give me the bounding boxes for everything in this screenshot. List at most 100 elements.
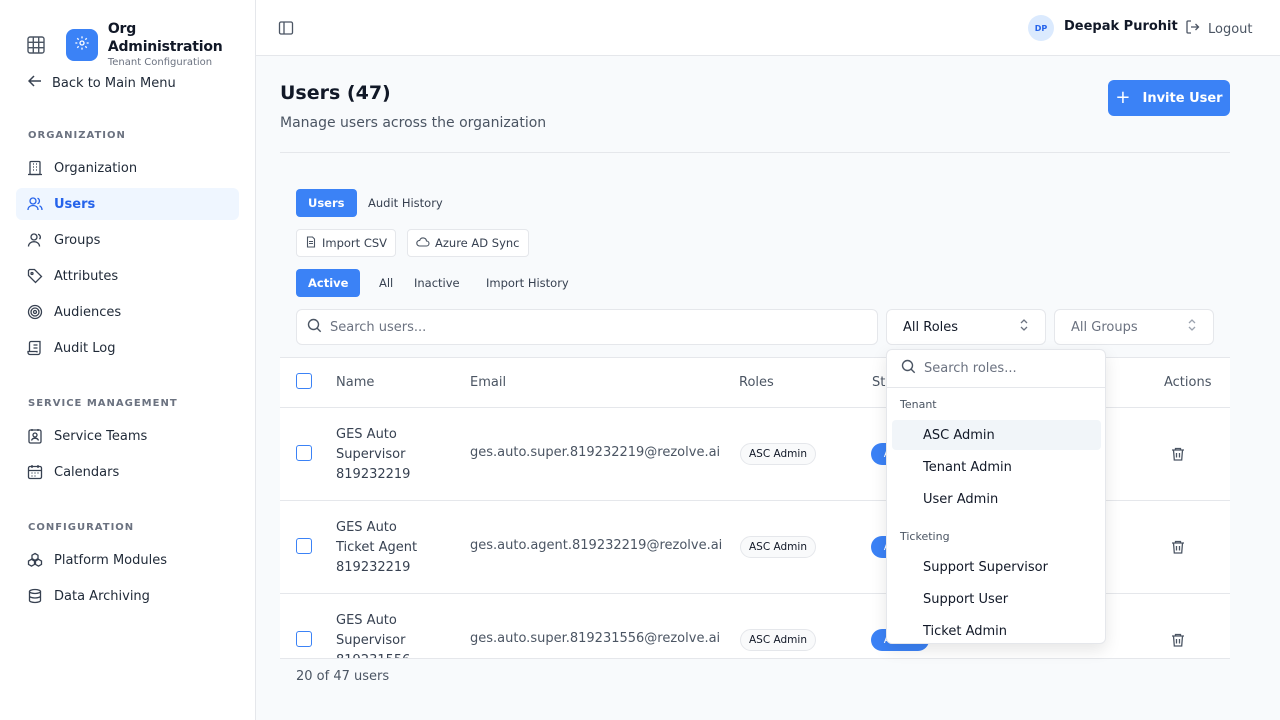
azure-ad-sync-button[interactable]: Azure AD Sync: [407, 229, 529, 257]
header-roles: Roles: [739, 375, 774, 390]
trash-icon[interactable]: [1170, 539, 1186, 555]
roles-select[interactable]: All Roles: [886, 309, 1046, 345]
row-checkbox[interactable]: [296, 538, 312, 554]
role-badge: ASC Admin: [740, 629, 816, 651]
tab-audit-history[interactable]: Audit History: [356, 189, 455, 217]
header-email[interactable]: Email: [470, 375, 506, 390]
file-icon: [305, 235, 317, 251]
sidebar-item-label: Organization: [54, 160, 138, 176]
boxes-icon: [27, 552, 43, 568]
sidebar-item-label: Groups: [54, 232, 101, 248]
sidebar-item-label: Users: [54, 196, 96, 212]
brand-title: Org Administration: [107, 21, 223, 55]
roles-dropdown: Tenant ASC Admin Tenant Admin User Admin…: [886, 349, 1106, 644]
user-name: Deepak Purohit: [1064, 19, 1178, 34]
role-option-asc-admin[interactable]: ASC Admin: [892, 420, 1101, 450]
groups-select-value: All Groups: [1071, 319, 1138, 335]
role-option-tenant-admin[interactable]: Tenant Admin: [892, 452, 1101, 482]
user-email-cell: ges.auto.super.819231556@rezolve.ai: [470, 631, 721, 646]
users-icon: [27, 196, 43, 212]
sidebar-item-service-teams[interactable]: Service Teams: [16, 420, 239, 452]
sidebar-item-audit-log[interactable]: Audit Log: [16, 332, 239, 364]
database-icon: [27, 588, 43, 604]
target-icon: [27, 304, 43, 320]
invite-user-button[interactable]: + Invite User: [1108, 80, 1230, 116]
import-csv-button[interactable]: Import CSV: [296, 229, 397, 257]
cloud-icon: [416, 236, 430, 251]
logout-label: Logout: [1208, 21, 1253, 37]
filter-import-history[interactable]: Import History: [474, 269, 581, 297]
row-checkbox[interactable]: [296, 445, 312, 461]
role-option-support-user[interactable]: Support User: [892, 584, 1101, 614]
trash-icon[interactable]: [1170, 446, 1186, 462]
search-input[interactable]: [330, 319, 830, 335]
user-email-cell: ges.auto.super.819232219@rezolve.ai: [470, 445, 721, 460]
import-csv-label: Import CSV: [322, 236, 388, 250]
contact-icon: [27, 428, 43, 444]
arrow-left-icon: [27, 74, 42, 92]
header-actions: Actions: [1164, 375, 1212, 390]
calendar-icon: [27, 464, 43, 480]
azure-ad-sync-label: Azure AD Sync: [435, 236, 520, 250]
header-status: St: [872, 375, 886, 390]
building-icon: [27, 160, 43, 176]
role-option-ticket-admin[interactable]: Ticket Admin: [892, 616, 1101, 643]
sidebar-item-label: Audiences: [54, 304, 122, 320]
avatar[interactable]: DP: [1028, 15, 1054, 41]
row-checkbox[interactable]: [296, 631, 312, 647]
filter-all[interactable]: All: [367, 269, 405, 297]
sidebar-item-audiences[interactable]: Audiences: [16, 296, 239, 328]
groups-select[interactable]: All Groups: [1054, 309, 1214, 345]
search-icon: [307, 318, 322, 337]
user-name-cell: GES Auto Supervisor 819231556: [336, 613, 410, 658]
settings-badge: [65, 29, 98, 61]
role-option-user-admin[interactable]: User Admin: [892, 484, 1101, 514]
sidebar-item-attributes[interactable]: Attributes: [16, 260, 239, 292]
select-all-checkbox[interactable]: [296, 373, 312, 389]
roles-search-input[interactable]: [924, 361, 1094, 376]
plus-icon: +: [1115, 87, 1131, 108]
sidebar-item-calendars[interactable]: Calendars: [16, 456, 239, 488]
sidebar-toggle-icon[interactable]: [278, 20, 294, 36]
tab-users[interactable]: Users: [296, 189, 357, 217]
page-title: Users (47): [280, 82, 391, 104]
roles-select-value: All Roles: [903, 319, 959, 335]
sidebar-item-label: Data Archiving: [54, 588, 150, 604]
chevron-up-down-icon: [1187, 318, 1197, 336]
brand-subtitle: Tenant Configuration: [107, 57, 213, 68]
role-option-support-supervisor[interactable]: Support Supervisor: [892, 552, 1101, 582]
role-group-label-ticketing: Ticketing: [900, 530, 950, 543]
role-badge: ASC Admin: [740, 536, 816, 558]
sidebar-item-groups[interactable]: Groups: [16, 224, 239, 256]
apps-grid-icon[interactable]: [26, 35, 46, 55]
main-content: Users (47) Manage users across the organ…: [256, 56, 1280, 720]
sidebar-item-platform-modules[interactable]: Platform Modules: [16, 544, 239, 576]
logout-button[interactable]: Logout: [1185, 19, 1253, 39]
scroll-icon: [27, 340, 43, 356]
trash-icon[interactable]: [1170, 632, 1186, 648]
invite-user-label: Invite User: [1142, 90, 1223, 106]
gear-icon: [74, 35, 90, 55]
chevron-up-down-icon: [1019, 318, 1029, 336]
search-icon: [901, 359, 916, 378]
tag-icon: [27, 268, 43, 284]
sidebar-item-organization[interactable]: Organization: [16, 152, 239, 184]
back-to-main-menu-link[interactable]: Back to Main Menu: [27, 74, 176, 92]
sidebar-item-data-archiving[interactable]: Data Archiving: [16, 580, 239, 612]
sidebar-item-label: Attributes: [54, 268, 119, 284]
filter-active[interactable]: Active: [296, 269, 361, 297]
sidebar-item-label: Calendars: [54, 464, 120, 480]
role-badge: ASC Admin: [740, 443, 816, 465]
search-box: [296, 309, 878, 345]
role-group-label-tenant: Tenant: [900, 398, 937, 411]
sidebar-item-label: Platform Modules: [54, 552, 168, 568]
sidebar-item-users[interactable]: Users: [16, 188, 239, 220]
sidebar: Org Administration Tenant Configuration …: [0, 0, 256, 720]
user-email-cell: ges.auto.agent.819232219@rezolve.ai: [470, 538, 723, 553]
brand: Org Administration Tenant Configuration: [26, 20, 255, 70]
back-label: Back to Main Menu: [52, 75, 176, 91]
header-name[interactable]: Name: [336, 375, 374, 390]
filter-inactive[interactable]: Inactive: [402, 269, 472, 297]
user-name-cell: GES Auto Ticket Agent 819232219: [336, 520, 418, 575]
sidebar-item-label: Audit Log: [54, 340, 116, 356]
